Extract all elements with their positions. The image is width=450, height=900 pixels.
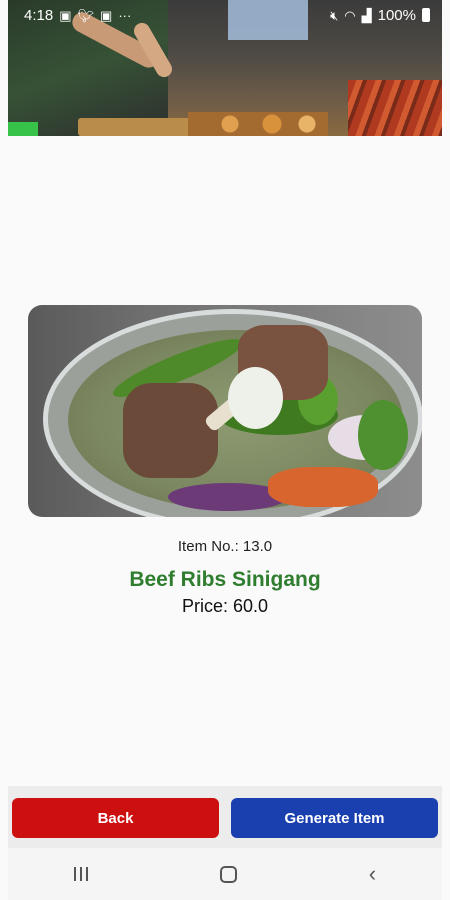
gallery-icon: ▣ [100,7,113,23]
navigation-bar: ‹ [8,848,442,900]
home-icon[interactable] [219,865,237,883]
gallery-icon: ▣ [59,7,72,23]
item-number: Item No.: 13.0 [177,538,273,555]
generate-item-button[interactable]: Generate Item [231,798,438,838]
back-button[interactable]: Back [12,798,219,838]
back-nav-icon[interactable]: ‹ [369,863,376,885]
battery-icon [422,8,430,22]
mute-icon: 🔇︎ [330,7,339,23]
twitter-icon: 🐦︎ [77,7,95,23]
more-icon: ··· [118,7,132,23]
recent-apps-icon[interactable] [73,867,88,881]
signal-icon: ▟ [361,7,372,23]
item-price: Price: 60.0 [181,596,269,616]
item-name: Beef Ribs Sinigang [129,568,321,591]
food-image [28,305,422,517]
battery-percent: 100% [377,6,416,24]
wifi-icon: ◠ [344,7,356,23]
status-bar: 4:18 ▣ 🐦︎ ▣ ··· 🔇︎ ◠ ▟ 100% [8,0,442,30]
status-time: 4:18 [24,6,54,24]
